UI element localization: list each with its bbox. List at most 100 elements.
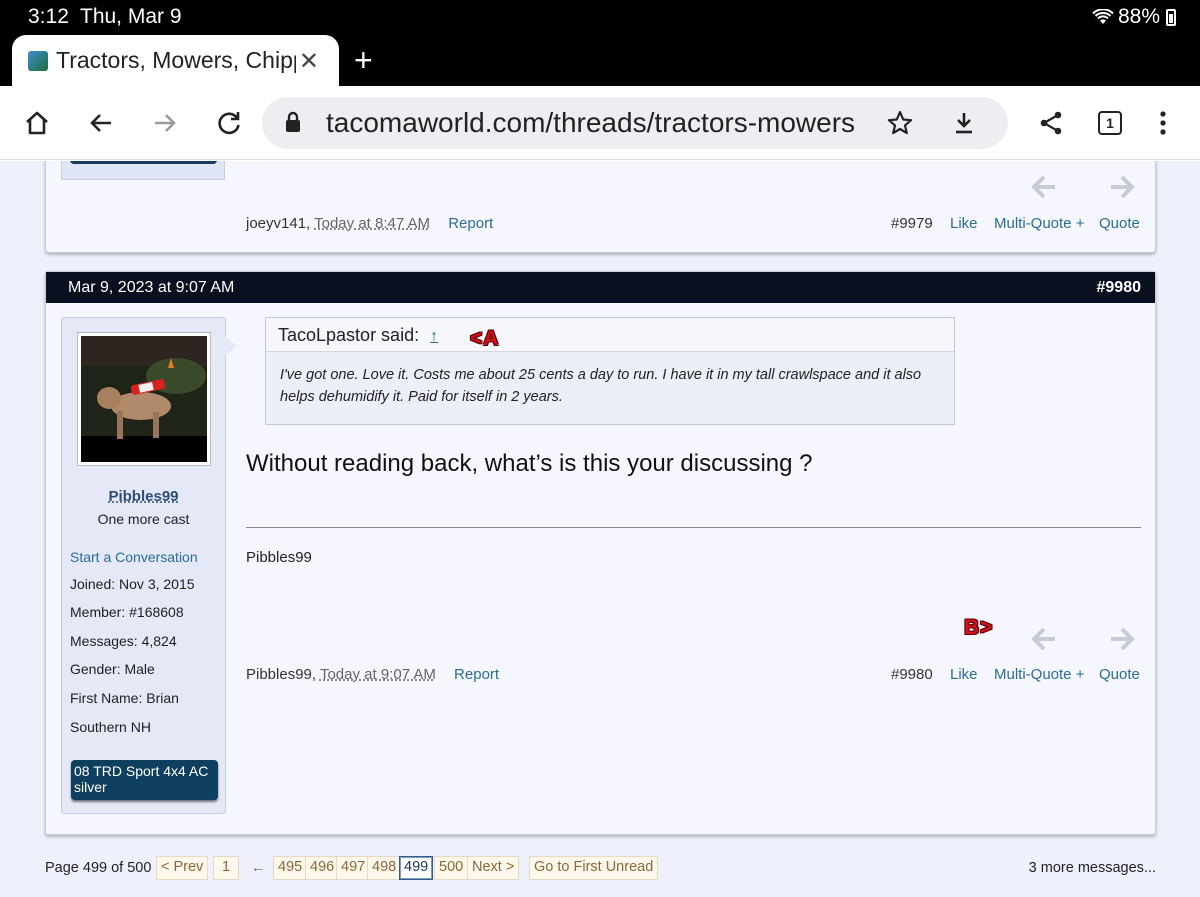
previous-post-timestamp[interactable]: Today at 8:47 AM [314,215,430,232]
user-messages: Messages: 4,824 [70,633,177,649]
post-timestamp[interactable]: Today at 9:07 AM [320,666,436,683]
share-icon [1040,111,1062,135]
menu-button[interactable] [1146,106,1180,140]
browser-tab[interactable]: Tractors, Mowers, Chippers ✕ [12,35,339,86]
reload-icon [218,112,240,135]
previous-post-nav [1029,174,1137,200]
new-tab-button[interactable]: + [354,44,373,76]
arrow-left-icon[interactable] [1029,174,1057,200]
user-gender: Gender: Male [70,661,155,677]
lock-icon [286,111,300,132]
tab-switcher-button[interactable]: 1 [1093,106,1127,140]
more-vertical-icon [1160,111,1166,135]
report-link[interactable]: Report [448,215,493,232]
page-1-button[interactable]: 1 [213,856,240,880]
tab-count: 1 [1098,111,1122,135]
annotation-marker-b: B> [964,616,994,639]
close-tab-icon[interactable]: ✕ [299,47,319,76]
report-link[interactable]: Report [454,666,499,683]
vehicle-line-2: silver [74,779,107,795]
multi-quote-link[interactable]: Multi-Quote + [994,215,1084,232]
post-permalink[interactable]: #9980 [1097,279,1142,297]
user-first-name: First Name: Brian [70,690,179,706]
quote-author: TacoLpastor said: [278,325,420,345]
previous-post-number[interactable]: #9979 [891,215,933,232]
post-9980: Mar 9, 2023 at 9:07 AM #9980 Pibbles99 O… [45,271,1156,835]
arrow-right-icon[interactable] [1109,174,1137,200]
previous-post-meta: joeyv141, Today at 8:47 AM Report [246,215,494,232]
arrow-right-icon[interactable] [1109,626,1137,652]
home-button[interactable] [20,106,54,140]
status-date: Thu, Mar 9 [80,5,182,28]
battery-percent: 88% [1117,5,1160,28]
annotation-marker-a: <A [470,327,500,350]
tab-title: Tractors, Mowers, Chippers [56,47,296,73]
signature-divider [246,527,1141,528]
previous-post-author[interactable]: joeyv141 [246,215,306,232]
post-nav-arrows [1029,626,1137,652]
user-joined: Joined: Nov 3, 2015 [70,576,195,592]
site-favicon-icon [28,50,48,71]
like-link[interactable]: Like [950,666,978,683]
arrow-right-icon [155,114,176,132]
post-message: Without reading back, what’s is this you… [246,450,813,477]
first-unread-button[interactable]: Go to First Unread [529,856,659,880]
forward-button[interactable] [148,106,182,140]
page-jump-arrow[interactable]: ← [251,860,266,876]
download-icon[interactable] [950,109,978,137]
pagination: Page 499 of 500 < Prev 1 ← 495 496 497 4… [45,856,1156,882]
page-496-button[interactable]: 496 [305,856,340,880]
more-messages-link[interactable]: 3 more messages... [1029,860,1156,876]
quote-link[interactable]: Quote [1099,666,1140,683]
browser-toolbar: tacomaworld.com/threads/tractors-mowers … [0,86,1200,160]
arrow-left-icon [90,114,111,132]
status-right: 88% [1092,5,1176,29]
battery-icon [1166,8,1176,26]
signature: Pibbles99 [246,549,312,566]
share-button[interactable] [1034,106,1068,140]
page-498-button[interactable]: 498 [367,856,402,880]
dog-photo-icon [81,336,207,462]
address-bar[interactable]: tacomaworld.com/threads/tractors-mowers [262,97,1008,149]
quote-block: TacoLpastor said: ↑ I've got one. Love i… [265,317,955,425]
multi-quote-link[interactable]: Multi-Quote + [994,666,1084,683]
wifi-icon [1092,9,1114,24]
quote-header: TacoLpastor said: ↑ [266,318,954,352]
quote-text: I've got one. Love it. Costs me about 25… [280,367,922,405]
user-info-panel: Pibbles99 One more cast Start a Conversa… [61,317,237,814]
back-button[interactable] [84,106,118,140]
like-link[interactable]: Like [950,215,978,232]
page-499-current[interactable]: 499 [399,856,434,880]
post-author[interactable]: Pibbles99 [246,666,312,683]
user-title: One more cast [97,511,190,527]
arrow-left-icon[interactable] [1029,626,1057,652]
user-member-number: Member: #168608 [70,604,184,620]
username[interactable]: Pibbles99 [62,488,225,505]
previous-post-userblock [61,161,225,180]
page-label: Page 499 of 500 [45,860,152,876]
home-icon [26,111,48,135]
previous-post: joeyv141, Today at 8:47 AM Report #9979 … [45,161,1156,253]
avatar[interactable] [78,333,210,465]
post-number[interactable]: #9980 [891,666,933,683]
status-bar: 3:12 Thu, Mar 9 88% [0,0,1200,34]
post-date: Mar 9, 2023 at 9:07 AM [68,279,235,296]
post-meta: Pibbles99, Today at 9:07 AM Report [246,666,500,683]
page-content: joeyv141, Today at 8:47 AM Report #9979 … [0,161,1200,897]
start-conversation-link[interactable]: Start a Conversation [70,549,198,565]
quote-link[interactable]: Quote [1099,215,1140,232]
url-text[interactable]: tacomaworld.com/threads/tractors-mowers [326,107,874,139]
next-page-button[interactable]: Next > [467,856,520,880]
page-500-button[interactable]: 500 [434,856,469,880]
page-497-button[interactable]: 497 [336,856,371,880]
post-header: Mar 9, 2023 at 9:07 AM #9980 [46,272,1155,303]
user-location: Southern NH [70,719,151,735]
status-time: 3:12 [28,5,69,28]
bookmark-star-icon[interactable] [886,109,914,137]
jump-to-quote-link[interactable]: ↑ [430,328,438,345]
reload-button[interactable] [212,106,246,140]
prev-page-button[interactable]: < Prev [156,856,209,880]
vehicle-line-1: 08 TRD Sport 4x4 AC [74,763,209,779]
page-495-button[interactable]: 495 [273,856,308,880]
vehicle-badge: 08 TRD Sport 4x4 AC silver [71,760,218,800]
